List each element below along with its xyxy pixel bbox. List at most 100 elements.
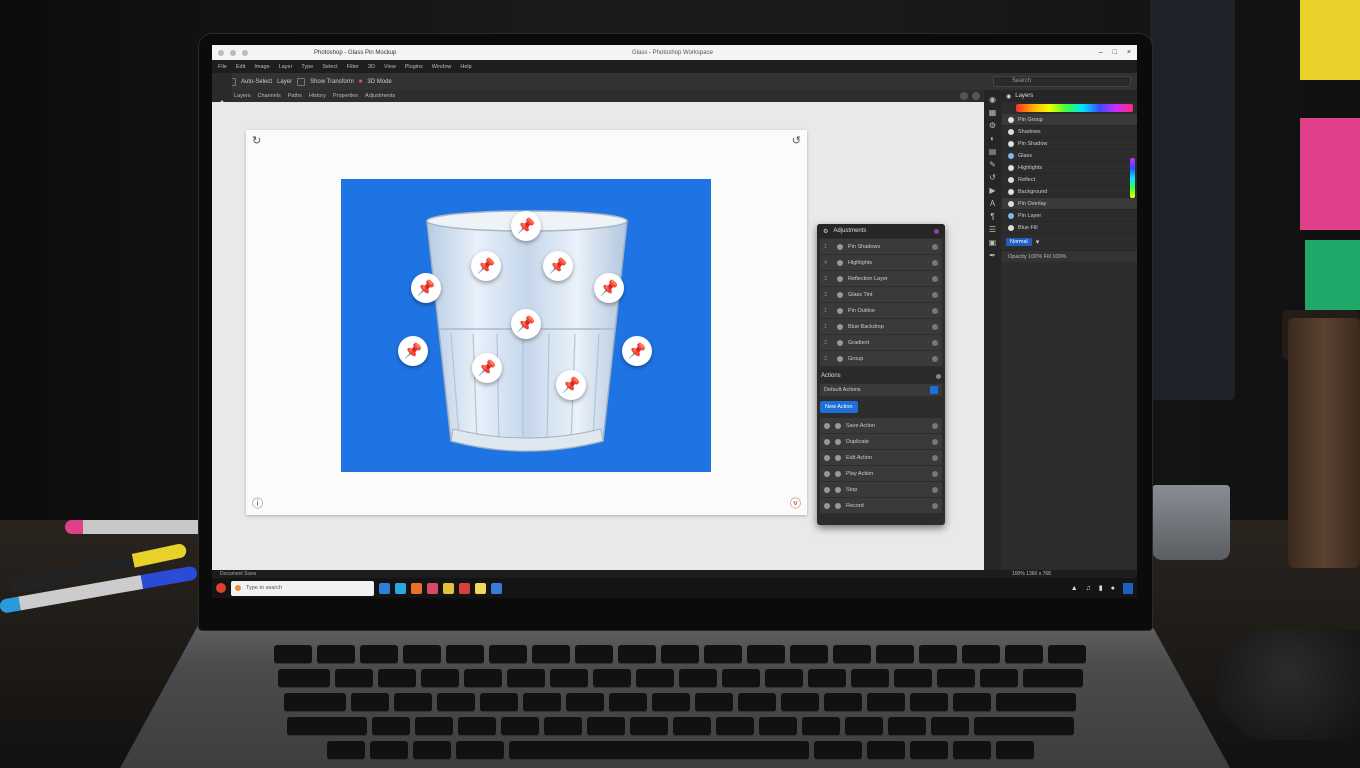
menu-item-layer[interactable]: Layer <box>279 64 293 70</box>
browser-tab-title[interactable]: Photoshop - Glass Pin Mockup <box>314 50 396 56</box>
visibility-icon[interactable] <box>932 323 938 330</box>
layer-row[interactable]: Glass <box>1002 150 1137 162</box>
color-spectrum[interactable] <box>1016 104 1133 112</box>
visibility-icon[interactable] <box>932 307 938 314</box>
action-toggle-icon[interactable] <box>932 486 938 493</box>
adjustment-row[interactable]: 1 Pin Shadows <box>820 239 942 254</box>
adjustment-row[interactable]: 2 Group <box>820 351 942 366</box>
checkbox-icon[interactable] <box>930 386 938 394</box>
tab-paths[interactable]: Paths <box>288 93 302 99</box>
visibility-icon[interactable] <box>932 339 938 346</box>
adjustment-row[interactable]: 2 Gradient <box>820 335 942 350</box>
layer-row[interactable]: Blue Fill <box>1002 222 1137 234</box>
adjustments-panel-icon[interactable]: ◐ <box>990 134 995 143</box>
libraries-panel-icon[interactable]: ▤ <box>989 147 997 156</box>
layer-row[interactable]: Highlights <box>1002 162 1137 174</box>
notes-app-icon[interactable] <box>443 582 454 594</box>
auto-select-option[interactable]: Auto-Select <box>241 79 272 85</box>
menu-item-plugins[interactable]: Plugins <box>405 64 423 70</box>
action-center-icon[interactable] <box>1123 582 1133 594</box>
actions-panel-icon[interactable]: ▶ <box>989 186 995 195</box>
pin-icon[interactable]: 📌 <box>594 273 624 303</box>
pin-icon[interactable]: 📌 <box>622 336 652 366</box>
opacity-bar[interactable]: Opacity 100% Fill 100% <box>1002 250 1137 262</box>
actions-set-row[interactable]: Default Actions <box>820 384 942 396</box>
minimize-dot-icon[interactable] <box>230 49 236 56</box>
visibility-icon[interactable] <box>932 275 938 282</box>
menu-item-image[interactable]: Image <box>254 64 269 70</box>
menu-item-select[interactable]: Select <box>322 64 337 70</box>
layer-row[interactable]: Pin Group <box>1002 114 1137 126</box>
maximize-dot-icon[interactable] <box>242 49 248 56</box>
menu-item-window[interactable]: Window <box>432 64 452 70</box>
pin-icon[interactable]: 📌 <box>472 353 502 383</box>
history-panel-icon[interactable]: ↺ <box>989 173 996 182</box>
pin-icon[interactable]: 📌 <box>411 273 441 303</box>
notification-icon[interactable]: ● <box>1111 585 1115 592</box>
pin-icon[interactable]: 📌 <box>543 251 573 281</box>
action-row[interactable]: Record <box>820 498 942 513</box>
properties-panel-icon[interactable]: ⚙ <box>989 121 996 130</box>
pin-icon[interactable]: 📌 <box>556 370 586 400</box>
3d-mode-option[interactable]: 3D Mode <box>367 79 391 85</box>
tab-properties[interactable]: Properties <box>333 93 358 99</box>
paths-panel-icon[interactable]: ✒ <box>989 251 996 260</box>
menu-item-help[interactable]: Help <box>460 64 471 70</box>
channels-panel-icon[interactable]: ▣ <box>989 238 997 247</box>
tab-history[interactable]: History <box>309 93 326 99</box>
action-toggle-icon[interactable] <box>932 422 938 429</box>
visibility-icon[interactable] <box>932 243 938 250</box>
alert-icon[interactable]: ■ <box>359 79 363 85</box>
visibility-icon[interactable] <box>932 259 938 266</box>
action-row[interactable]: Edit Action <box>820 450 942 465</box>
info-icon[interactable]: ⓘ <box>252 495 263 511</box>
taskbar-search[interactable]: Type to search <box>231 580 374 596</box>
sticky-app-icon[interactable] <box>475 582 486 594</box>
menu-item-type[interactable]: Type <box>301 64 313 70</box>
layer-row[interactable]: Pin Overlay <box>1002 198 1137 210</box>
tab-channels[interactable]: Channels <box>258 93 281 99</box>
visibility-icon[interactable] <box>932 355 938 362</box>
pin-icon[interactable]: 📌 <box>511 211 541 241</box>
menu-item-view[interactable]: View <box>384 64 396 70</box>
hue-slider[interactable] <box>1130 158 1135 198</box>
close-icon[interactable]: × <box>1127 49 1131 56</box>
layer-row[interactable]: Reflect <box>1002 174 1137 186</box>
action-row[interactable]: Stop <box>820 482 942 497</box>
action-toggle-icon[interactable] <box>932 454 938 461</box>
edge-app-icon[interactable] <box>395 582 406 594</box>
new-action-button[interactable]: New Action <box>820 401 858 413</box>
menu-item-file[interactable]: File <box>218 64 227 70</box>
action-toggle-icon[interactable] <box>932 438 938 445</box>
layer-option[interactable]: Layer <box>277 79 292 85</box>
search-input[interactable]: Search <box>993 76 1131 87</box>
tab-adjustments[interactable]: Adjustments <box>365 93 395 99</box>
mail-app-icon[interactable] <box>459 582 470 594</box>
settings-app-icon[interactable] <box>491 582 502 594</box>
action-toggle-icon[interactable] <box>932 502 938 509</box>
start-icon[interactable] <box>216 583 226 593</box>
menu-item-3d[interactable]: 3D <box>368 64 375 70</box>
action-row[interactable]: Play Action <box>820 466 942 481</box>
adjustment-row[interactable]: 1 Blue Backdrop <box>820 319 942 334</box>
files-app-icon[interactable] <box>411 582 422 594</box>
action-row[interactable]: Save Action <box>820 418 942 433</box>
character-panel-icon[interactable]: A <box>990 199 995 208</box>
color-panel-icon[interactable]: ◉ <box>989 95 996 104</box>
maximize-icon[interactable]: □ <box>1113 49 1117 56</box>
tab-layers[interactable]: Layers <box>234 93 251 99</box>
glass-photo[interactable]: 📌 📌 📌 📌 📌 📌 📌 📌 📌 📌 <box>341 179 711 472</box>
checkbox-icon[interactable] <box>297 77 306 86</box>
rotate-handle-icon[interactable]: ↻ <box>252 134 261 147</box>
menu-item-edit[interactable]: Edit <box>236 64 245 70</box>
workspace-icon[interactable] <box>972 92 980 100</box>
adjustment-row[interactable]: 1 Pin Outline <box>820 303 942 318</box>
adjustment-row[interactable]: 4 Highlights <box>820 255 942 270</box>
visibility-icon[interactable] <box>932 291 938 298</box>
layer-row[interactable]: Pin Layer <box>1002 210 1137 222</box>
arrange-icon[interactable] <box>960 92 968 100</box>
rotate-handle-icon[interactable]: ↺ <box>792 134 801 147</box>
browser-app-icon[interactable] <box>379 582 390 594</box>
canvas-workspace[interactable]: ↻ ↺ ⓘ ⓥ 📌 📌 📌 📌 📌 📌 📌 📌 📌 📌 ⚙ Adjustment… <box>212 102 984 570</box>
pin-icon[interactable]: 📌 <box>511 309 541 339</box>
